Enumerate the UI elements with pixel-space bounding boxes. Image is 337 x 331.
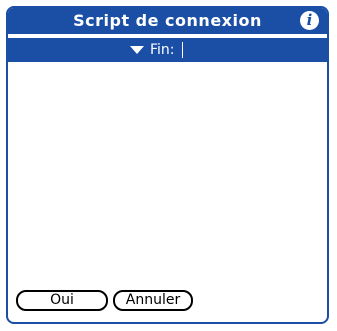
- cancel-button[interactable]: Annuler: [113, 290, 193, 311]
- login-script-dialog: Script de connexion i Fin: Oui Annuler: [6, 6, 329, 324]
- script-command-list[interactable]: Fin:: [8, 38, 327, 258]
- triangle-down-icon: [130, 46, 144, 54]
- text-cursor: [181, 42, 183, 58]
- info-icon[interactable]: i: [300, 11, 319, 30]
- script-row-selected[interactable]: Fin:: [8, 38, 327, 62]
- command-label: Fin:: [150, 42, 175, 58]
- command-popup-trigger[interactable]: Fin:: [130, 41, 183, 59]
- ok-button[interactable]: Oui: [16, 290, 108, 311]
- dialog-title: Script de connexion: [73, 11, 262, 30]
- dialog-buttons: Oui Annuler: [16, 290, 193, 311]
- title-bar: Script de connexion i: [8, 8, 327, 34]
